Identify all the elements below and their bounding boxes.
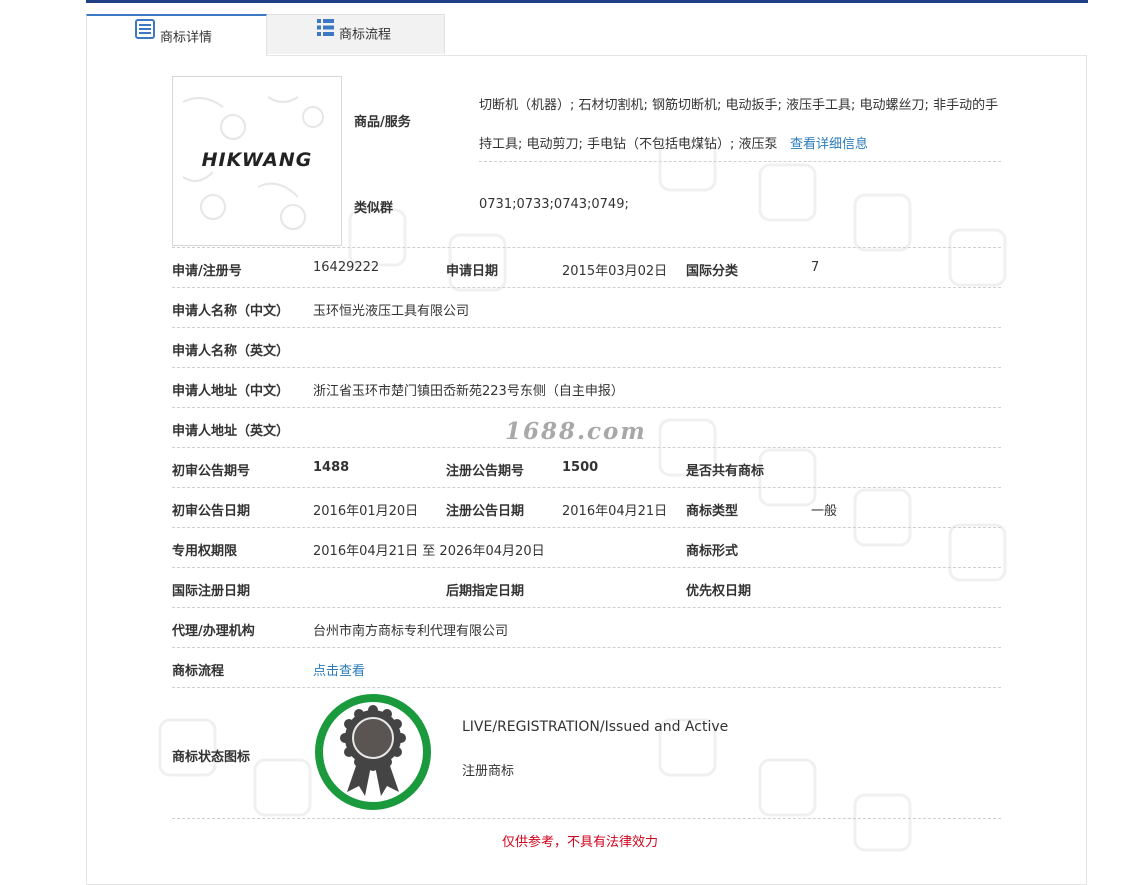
divider (479, 161, 1001, 162)
status-label: 商标状态图标 (172, 750, 251, 765)
intl-reg-date-label: 国际注册日期 (172, 584, 251, 599)
agent-label: 代理/办理机构 (172, 624, 255, 639)
tm-form-label: 商标形式 (686, 544, 739, 559)
tab-trademark-flow[interactable]: 商标流程 (267, 14, 445, 54)
divider (172, 447, 1001, 448)
goods-list: 切断机（机器）; 石材切割机; 钢筋切断机; 电动扳手; 液压手工具; 电动螺丝… (479, 86, 1007, 164)
term-label: 专用权期限 (172, 544, 238, 559)
site-watermark: 1688.com (505, 418, 647, 445)
document-icon (135, 14, 155, 58)
prelim-date-label: 初审公告日期 (172, 504, 251, 519)
tm-type-label: 商标类型 (686, 504, 739, 519)
later-designation-label: 后期指定日期 (446, 584, 525, 599)
prelim-no-value: 1488 (313, 460, 350, 475)
reg-pub-no-label: 注册公告期号 (446, 464, 525, 479)
priority-date-label: 优先权日期 (686, 584, 752, 599)
intl-class-label: 国际分类 (686, 264, 739, 279)
divider (172, 567, 1001, 568)
flow-label: 商标流程 (172, 664, 225, 679)
tm-type-value: 一般 (811, 504, 838, 519)
applicant-cn-label: 申请人名称（中文） (172, 304, 290, 319)
reg-no-label: 申请/注册号 (172, 264, 242, 279)
divider (172, 287, 1001, 288)
list-icon (317, 13, 334, 53)
divider (172, 818, 1001, 819)
divider (172, 327, 1001, 328)
logo-text: HIKWANG (201, 149, 313, 171)
similar-group-value: 0731;0733;0743;0749; (479, 197, 629, 212)
registered-award-icon (315, 694, 431, 810)
reg-pub-date-value: 2016年04月21日 (562, 504, 668, 519)
divider (172, 407, 1001, 408)
address-cn-label: 申请人地址（中文） (172, 384, 290, 399)
goods-label: 商品/服务 (354, 115, 411, 130)
divider (172, 367, 1001, 368)
agent-value: 台州市南方商标专利代理有限公司 (313, 624, 509, 639)
prelim-no-label: 初审公告期号 (172, 464, 251, 479)
applicant-en-label: 申请人名称（英文） (172, 344, 290, 359)
flow-view-link[interactable]: 点击查看 (313, 660, 365, 679)
shared-label: 是否共有商标 (686, 464, 765, 479)
goods-text: 切断机（机器）; 石材切割机; 钢筋切断机; 电动扳手; 液压手工具; 电动螺丝… (479, 98, 999, 152)
tab-label: 商标详情 (160, 30, 213, 46)
address-cn-value: 浙江省玉环市楚门镇田岙新苑223号东侧（自主申报） (313, 384, 624, 399)
tab-trademark-detail[interactable]: 商标详情 (86, 14, 267, 56)
term-value: 2016年04月21日 至 2026年04月20日 (313, 544, 545, 559)
prelim-date-value: 2016年01月20日 (313, 504, 419, 519)
applicant-cn-value: 玉环恒光液压工具有限公司 (313, 304, 470, 319)
intl-class-value: 7 (811, 260, 820, 275)
address-en-label: 申请人地址（英文） (172, 424, 290, 439)
top-accent-bar (86, 0, 1088, 3)
disclaimer-text: 仅供参考，不具有法律效力 (502, 835, 659, 850)
reg-pub-date-label: 注册公告日期 (446, 504, 525, 519)
status-text-en: LIVE/REGISTRATION/Issued and Active (462, 719, 729, 735)
tab-label: 商标流程 (339, 27, 392, 43)
reg-no-value: 16429222 (313, 260, 380, 275)
divider (172, 487, 1001, 488)
apply-date-value: 2015年03月02日 (562, 264, 668, 279)
divider (172, 527, 1001, 528)
divider (172, 687, 1001, 688)
divider (172, 647, 1001, 648)
divider (172, 607, 1001, 608)
reg-pub-no-value: 1500 (562, 460, 599, 475)
apply-date-label: 申请日期 (446, 264, 499, 279)
divider (172, 247, 1001, 248)
similar-group-label: 类似群 (354, 201, 394, 216)
trademark-logo-image: HIKWANG (172, 76, 342, 246)
goods-detail-link[interactable]: 查看详细信息 (790, 137, 868, 152)
status-text-cn: 注册商标 (462, 764, 515, 779)
